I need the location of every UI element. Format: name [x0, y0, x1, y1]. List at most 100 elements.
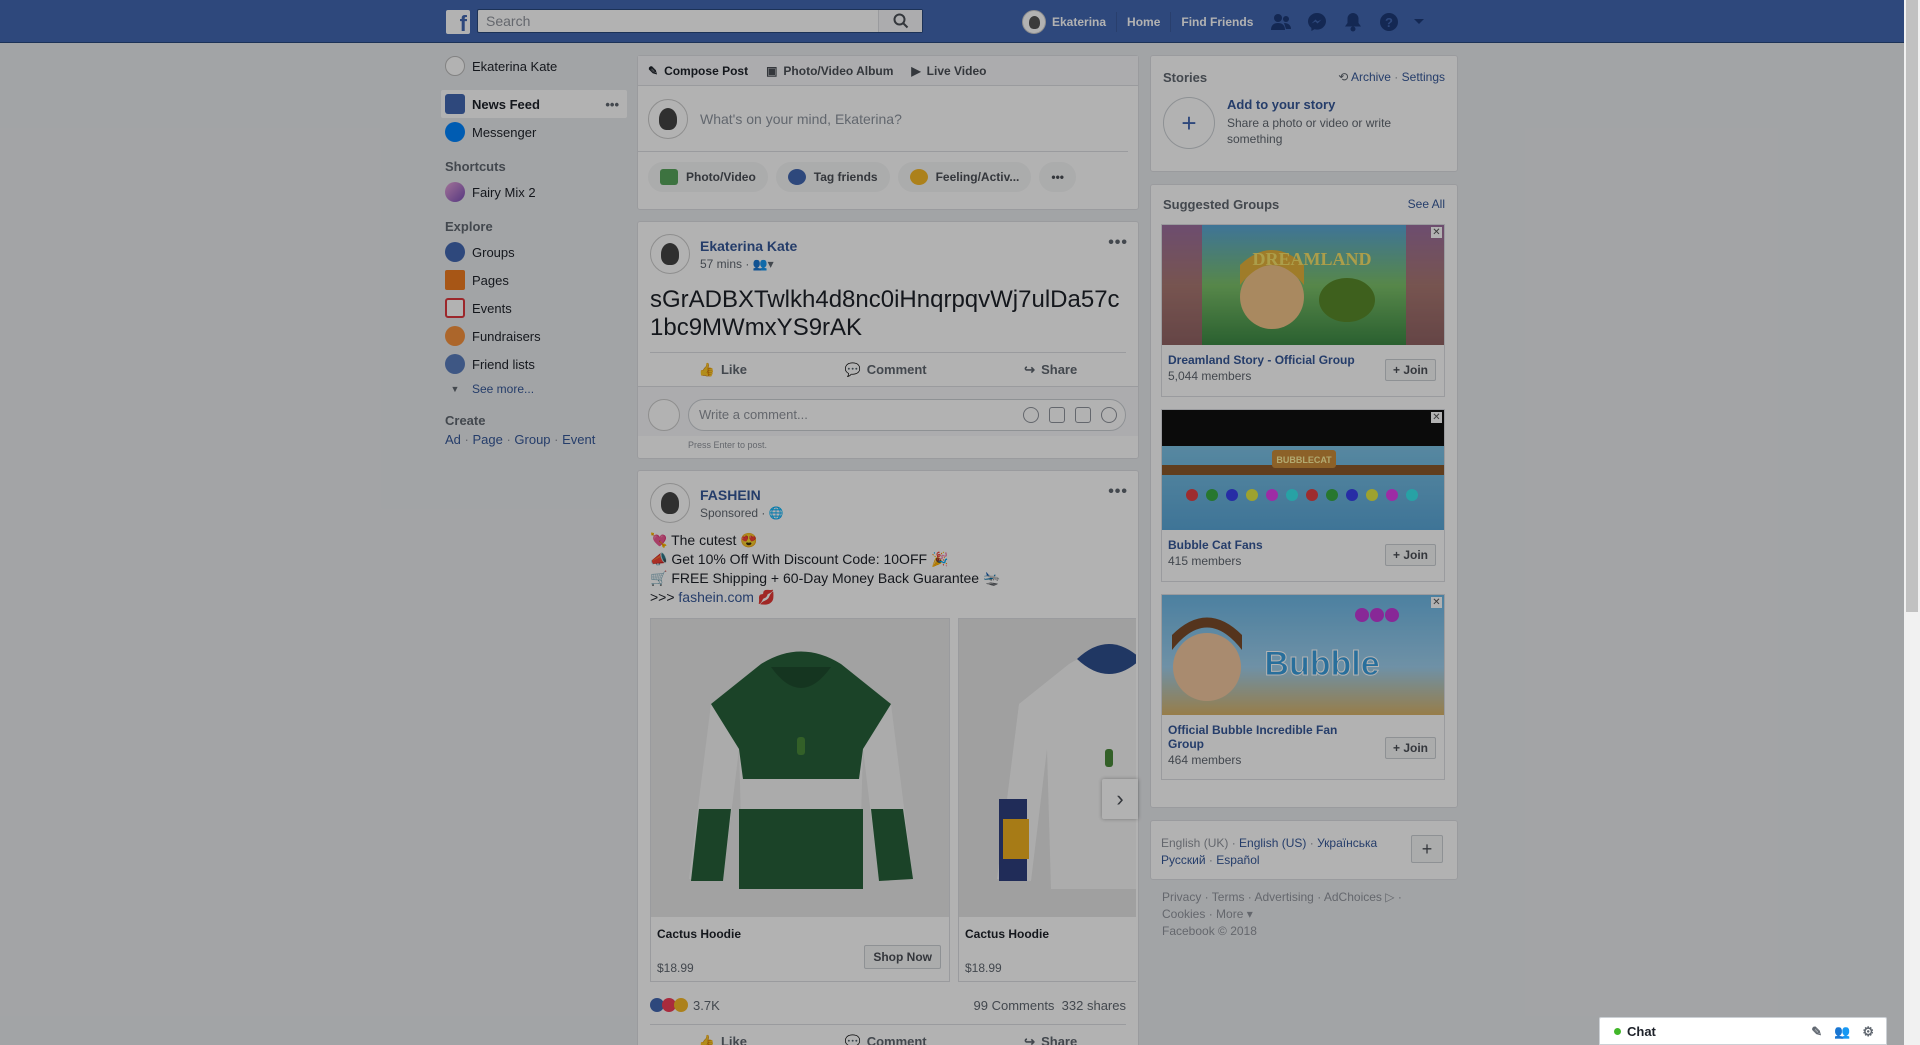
group-card[interactable]: BUBBLECAT ✕ Bubble Cat Fans 415 members … [1161, 409, 1445, 582]
stories-settings-link[interactable]: Settings [1402, 70, 1445, 84]
footer-link[interactable]: Cookies [1162, 907, 1205, 921]
sidebar-item-fairy-mix[interactable]: Fairy Mix 2 [441, 178, 627, 206]
scrollbar-thumb[interactable] [1906, 0, 1918, 612]
ad-link[interactable]: fashein.com [678, 589, 753, 605]
footer-link[interactable]: Advertising [1254, 890, 1313, 904]
footer-link[interactable]: AdChoices [1324, 890, 1382, 904]
reaction-count[interactable]: 3.7K [693, 998, 720, 1013]
post-options-icon[interactable]: ••• [1108, 234, 1128, 252]
gif-icon[interactable] [1075, 406, 1091, 423]
language-link[interactable]: Español [1216, 853, 1259, 867]
group-cover-image[interactable]: DREAMLAND ✕ [1162, 225, 1444, 345]
share-button[interactable]: ↪ Share [1024, 362, 1077, 378]
avatar[interactable] [650, 234, 690, 274]
group-name[interactable]: Bubble Cat Fans [1162, 530, 1372, 552]
chat-bar[interactable]: Chat ✎ 👥 ⚙ [1599, 1017, 1887, 1045]
more-options-button[interactable]: ••• [1039, 162, 1076, 192]
post-timestamp: 57 mins · 👥▾ [700, 256, 774, 271]
like-button[interactable]: 👍 Like [699, 1034, 747, 1045]
close-icon[interactable]: ✕ [1431, 597, 1442, 608]
notifications-bell-icon[interactable] [1335, 0, 1371, 43]
home-link[interactable]: Home [1117, 0, 1170, 43]
profile-link[interactable]: Ekaterina [1012, 0, 1116, 43]
share-button[interactable]: ↪ Share [1024, 1034, 1077, 1045]
sidebar-item-fundraisers[interactable]: Fundraisers [441, 322, 627, 350]
see-all-link[interactable]: See All [1408, 197, 1445, 212]
post-author[interactable]: Ekaterina Kate [700, 238, 797, 254]
help-icon[interactable]: ? [1371, 0, 1407, 43]
footer-link[interactable]: More [1216, 907, 1243, 921]
tab-photo-album[interactable]: ▣ Photo/Video Album [766, 64, 893, 78]
friends-audience-icon[interactable]: 👥▾ [753, 257, 774, 271]
advertiser-logo[interactable] [650, 483, 690, 523]
create-group-link[interactable]: Group [514, 432, 550, 447]
tag-friends-button[interactable]: Tag friends [775, 162, 890, 192]
comments-count[interactable]: 99 Comments [974, 998, 1055, 1013]
footer-link[interactable]: Privacy [1162, 890, 1201, 904]
language-link[interactable]: English (US) [1239, 836, 1306, 850]
group-chat-icon[interactable]: 👥 [1834, 1024, 1850, 1040]
comment-input[interactable]: Write a comment... [688, 398, 1126, 431]
friend-requests-icon[interactable] [1263, 0, 1299, 43]
language-link[interactable]: Русский [1161, 853, 1206, 867]
archive-link[interactable]: Archive [1351, 70, 1391, 84]
see-more-link[interactable]: ▼ See more... [441, 378, 627, 400]
feeling-activity-button[interactable]: Feeling/Activ... [897, 162, 1032, 192]
more-options-icon[interactable]: ••• [605, 97, 619, 112]
join-group-button[interactable]: + Join [1384, 544, 1436, 566]
search-input[interactable] [478, 10, 878, 32]
find-friends-link[interactable]: Find Friends [1171, 0, 1263, 43]
join-group-button[interactable]: + Join [1384, 359, 1436, 381]
footer-link[interactable]: Terms [1212, 890, 1245, 904]
sidebar-item-groups[interactable]: Groups [441, 238, 627, 266]
comment-button[interactable]: 💬 Comment [845, 362, 927, 378]
search-button[interactable] [878, 10, 922, 32]
like-button[interactable]: 👍 Like [699, 362, 747, 378]
gear-icon[interactable]: ⚙ [1862, 1024, 1874, 1040]
avatar [445, 56, 465, 76]
tab-compose-post[interactable]: ✎ Compose Post [648, 64, 748, 78]
close-icon[interactable]: ✕ [1431, 412, 1442, 423]
facebook-logo-icon[interactable]: f [446, 10, 470, 34]
ad-text: 💘 The cutest 😍 📣 Get 10% Off With Discou… [650, 532, 1001, 605]
emoji-icon[interactable] [1023, 406, 1039, 423]
camera-icon[interactable] [1049, 406, 1065, 423]
sidebar-item-profile[interactable]: Ekaterina Kate [441, 52, 627, 80]
tab-live-video[interactable]: ▶ Live Video [911, 64, 986, 78]
post-options-icon[interactable]: ••• [1108, 483, 1128, 501]
group-card[interactable]: Bubble ✕ Official Bubble Incredible Fan … [1161, 594, 1445, 780]
add-to-story[interactable]: + Add to your story Share a photo or vid… [1151, 85, 1457, 149]
shares-count[interactable]: 332 shares [1062, 998, 1126, 1013]
sidebar-item-messenger[interactable]: Messenger [441, 118, 627, 146]
search-bar[interactable] [477, 9, 923, 33]
add-language-plus-icon[interactable]: + [1411, 835, 1443, 863]
carousel-card[interactable]: Cactus Hoodie $18.99 Shop Now [650, 618, 950, 982]
group-cover-image[interactable]: Bubble ✕ [1162, 595, 1444, 715]
group-card[interactable]: DREAMLAND ✕ Dreamland Story - Official G… [1161, 224, 1445, 397]
language-link[interactable]: Українська [1317, 836, 1377, 850]
comment-button[interactable]: 💬 Comment [845, 1034, 927, 1045]
group-cover-image[interactable]: BUBBLECAT ✕ [1162, 410, 1444, 530]
messenger-icon[interactable] [1299, 0, 1335, 43]
composer-input-area[interactable]: What's on your mind, Ekaterina? [638, 86, 1128, 152]
group-name[interactable]: Dreamland Story - Official Group [1162, 345, 1372, 367]
join-group-button[interactable]: + Join [1384, 737, 1436, 759]
create-ad-link[interactable]: Ad [445, 432, 461, 447]
sidebar-item-pages[interactable]: Pages [441, 266, 627, 294]
create-page-link[interactable]: Page [472, 432, 502, 447]
product-image[interactable] [959, 619, 1136, 917]
sticker-icon[interactable] [1101, 406, 1117, 423]
sidebar-item-events[interactable]: Events [441, 294, 627, 322]
chevron-down-icon[interactable] [1407, 0, 1431, 43]
sidebar-item-friend-lists[interactable]: Friend lists [441, 350, 627, 378]
carousel-next-chevron-icon[interactable]: › [1102, 779, 1138, 819]
post-author[interactable]: FASHEIN [700, 487, 784, 503]
photo-video-button[interactable]: Photo/Video [648, 162, 768, 192]
product-image[interactable] [651, 619, 949, 917]
create-event-link[interactable]: Event [562, 432, 595, 447]
close-icon[interactable]: ✕ [1431, 227, 1442, 238]
group-name[interactable]: Official Bubble Incredible Fan Group [1162, 715, 1372, 751]
shop-now-button[interactable]: Shop Now [864, 945, 941, 969]
new-message-icon[interactable]: ✎ [1811, 1024, 1822, 1040]
sidebar-item-news-feed[interactable]: News Feed ••• [441, 90, 627, 118]
